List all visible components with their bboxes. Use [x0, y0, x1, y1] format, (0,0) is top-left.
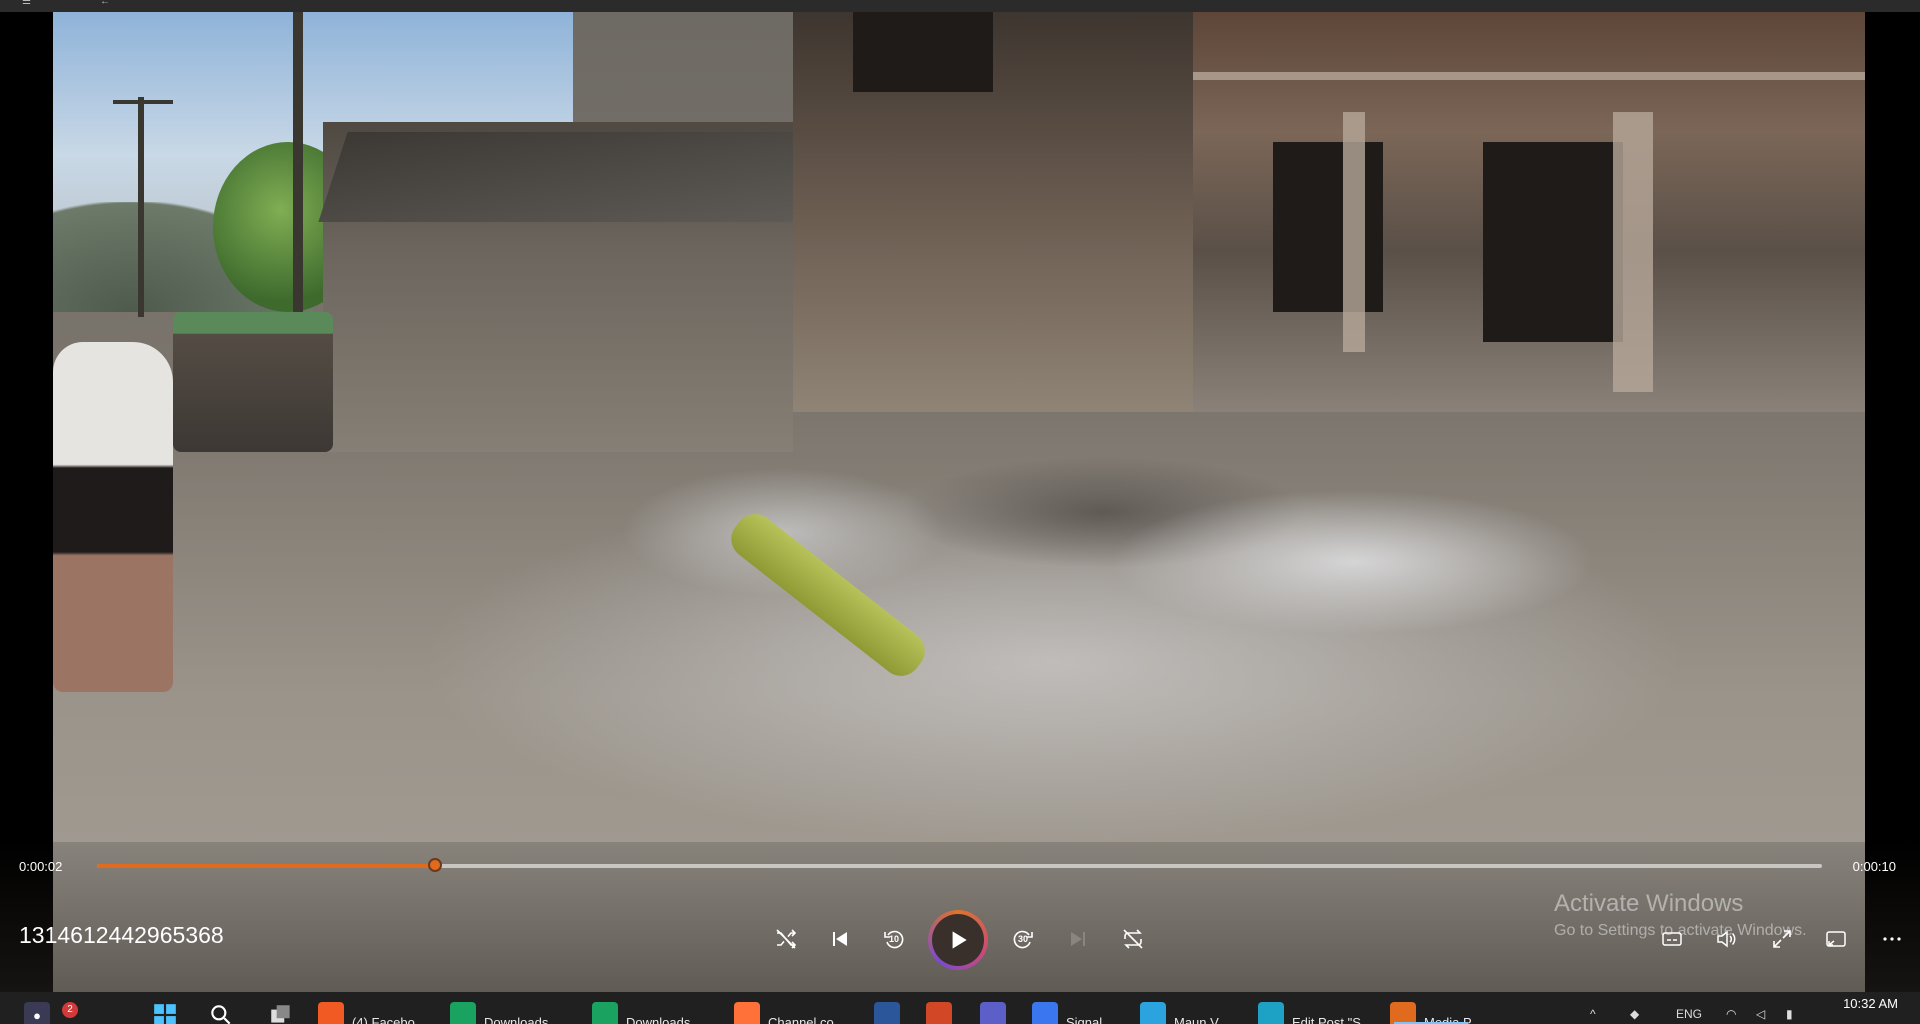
forward-seconds-label: 30 — [1017, 934, 1028, 944]
miniplayer-button[interactable] — [1820, 923, 1852, 955]
media-player-icon — [1390, 1002, 1416, 1024]
search-button[interactable] — [208, 992, 234, 1024]
taskbar-app-label: Media P — [1424, 1015, 1472, 1024]
windows-start-icon — [154, 1004, 176, 1024]
taskbar-app-label: Downloads — [484, 1015, 549, 1024]
media-player-window: ☰ ← 0:00:02 0:00:10 1314612442965368 10 … — [0, 0, 1920, 1024]
taskbar-app-edge[interactable]: Edit Post "S — [1258, 992, 1361, 1024]
word-icon — [874, 1002, 900, 1024]
edge-icon — [1258, 1002, 1284, 1024]
wifi-icon[interactable]: ◠ — [1726, 1007, 1736, 1021]
media-title: 1314612442965368 — [19, 922, 224, 948]
play-button[interactable] — [928, 910, 988, 970]
powerpoint-icon — [926, 1002, 952, 1024]
taskbar-app-label: Signal — [1066, 1015, 1103, 1024]
defender-icon[interactable]: ◆ — [1630, 1007, 1639, 1021]
shuffle-button[interactable] — [770, 923, 802, 955]
search-icon — [211, 1005, 231, 1024]
rewind-seconds-label: 10 — [888, 934, 899, 944]
taskbar-app-brave[interactable]: (4) Facebo — [318, 992, 415, 1024]
windows-taskbar: ● 2 (4) Facebo Downloads Downloads Channel … — [0, 992, 1920, 1024]
rewind-10-button[interactable]: 10 — [878, 923, 910, 955]
repeat-off-icon — [1123, 929, 1143, 949]
building-pillar — [1343, 112, 1365, 352]
speaker-icon[interactable]: ◁ — [1756, 1007, 1765, 1021]
language-indicator[interactable]: ENG — [1676, 1007, 1702, 1021]
fullscreen-icon — [1773, 930, 1791, 948]
miniplayer-icon — [1826, 931, 1846, 947]
utility-pole — [138, 97, 144, 317]
subtitles-button[interactable] — [1656, 923, 1688, 955]
forward-30-button[interactable]: 30 — [1007, 923, 1039, 955]
taskbar-clock[interactable]: 10:32 AM — [1843, 996, 1898, 1011]
taskbar-app-label: Edit Post "S — [1292, 1015, 1361, 1024]
chat-icon: ● — [24, 1002, 50, 1024]
taskbar-app-firefox[interactable]: Channel co — [734, 992, 834, 1024]
fullscreen-button[interactable] — [1766, 923, 1798, 955]
folder-icon — [592, 1002, 618, 1024]
title-bar: ☰ ← — [0, 0, 1920, 12]
back-icon[interactable]: ← — [100, 0, 110, 7]
person — [53, 342, 173, 692]
next-icon — [1071, 932, 1085, 946]
seek-bar-progress — [97, 864, 436, 868]
teams-icon — [980, 1002, 1006, 1024]
repeat-button[interactable] — [1117, 923, 1149, 955]
taskbar-chat[interactable]: ● 2 — [24, 992, 78, 1024]
taskbar-app-signal[interactable]: Signal — [1032, 992, 1102, 1024]
task-view-button[interactable] — [268, 992, 294, 1024]
taskbar-app-word[interactable] — [874, 992, 900, 1024]
taskbar-app-label: Maun V — [1174, 1015, 1219, 1024]
utility-pole — [293, 12, 303, 312]
previous-button[interactable] — [824, 923, 856, 955]
firefox-icon — [734, 1002, 760, 1024]
seek-bar-thumb[interactable] — [428, 858, 443, 872]
start-button[interactable] — [152, 992, 178, 1024]
telegram-icon — [1140, 1002, 1166, 1024]
taskbar-app-label: Channel co — [768, 1015, 834, 1024]
taskbar-app-label: Downloads — [626, 1015, 691, 1024]
seek-bar[interactable] — [97, 858, 1822, 872]
notification-badge: 2 — [62, 1002, 78, 1018]
taskbar-app-telegram[interactable]: Maun V — [1140, 992, 1219, 1024]
vehicle — [173, 312, 333, 452]
volume-icon — [1717, 930, 1736, 948]
collapsed-roof — [318, 132, 828, 222]
play-icon — [952, 931, 967, 949]
folder-icon — [450, 1002, 476, 1024]
menu-icon[interactable]: ☰ — [22, 0, 31, 7]
tray-overflow-icon[interactable]: ^ — [1590, 1007, 1596, 1021]
building-beam — [1193, 72, 1865, 80]
task-view-icon — [271, 1005, 290, 1023]
taskbar-app-folder[interactable]: Downloads — [450, 992, 548, 1024]
subtitles-icon — [1662, 932, 1682, 946]
more-options-button[interactable] — [1876, 923, 1908, 955]
next-button[interactable] — [1062, 923, 1094, 955]
building-opening — [853, 12, 993, 92]
building-pillar — [1613, 112, 1653, 392]
play-button-inner — [932, 914, 984, 966]
shuffle-icon — [776, 929, 797, 949]
volume-button[interactable] — [1710, 923, 1742, 955]
total-time: 0:00:10 — [1852, 859, 1896, 874]
brave-icon — [318, 1002, 344, 1024]
battery-icon[interactable]: ▮ — [1786, 1007, 1793, 1021]
current-time: 0:00:02 — [19, 859, 63, 874]
more-icon — [1883, 937, 1901, 941]
previous-icon — [833, 932, 847, 946]
watermark-title: Activate Windows — [1554, 890, 1744, 917]
taskbar-app-teams[interactable] — [980, 992, 1006, 1024]
signal-icon — [1032, 1002, 1058, 1024]
taskbar-app-media-player[interactable]: Media P — [1390, 992, 1472, 1024]
taskbar-app-powerpoint[interactable] — [926, 992, 952, 1024]
taskbar-app-folder[interactable]: Downloads — [592, 992, 690, 1024]
player-controls: 0:00:02 0:00:10 1314612442965368 10 30 A… — [0, 840, 1920, 990]
building-opening — [1273, 142, 1383, 312]
utility-pole-crossbar — [113, 100, 173, 104]
taskbar-app-label: (4) Facebo — [352, 1015, 415, 1024]
building-opening — [1483, 142, 1623, 342]
rubble — [353, 392, 1853, 732]
